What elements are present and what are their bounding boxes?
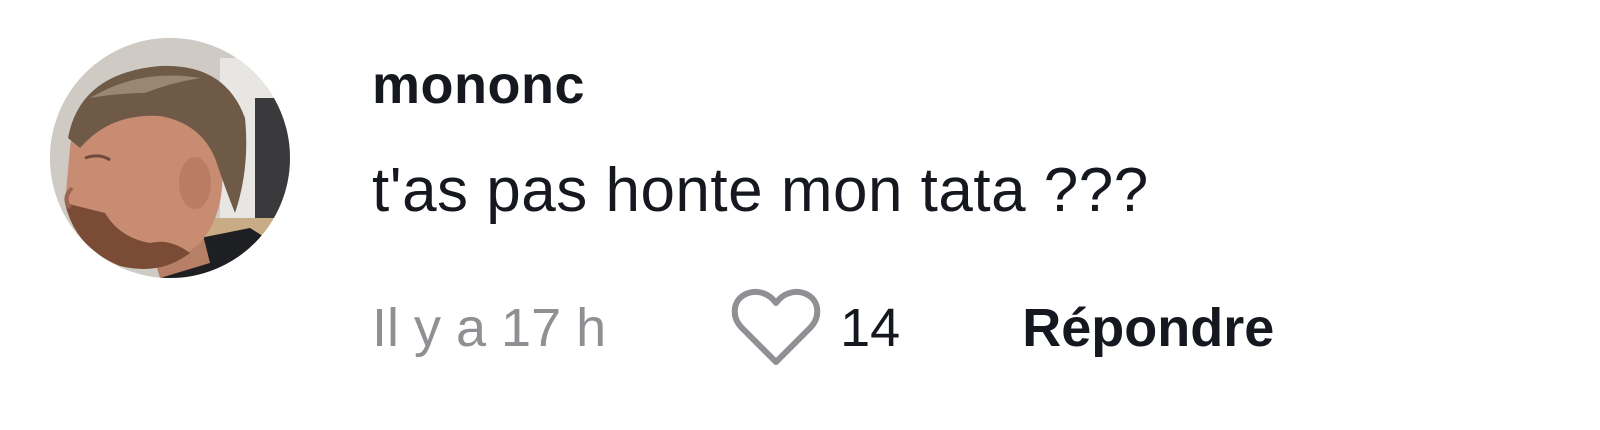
comment-text: t'as pas honte mon tata ??? xyxy=(372,156,1149,225)
heart-outline-icon[interactable] xyxy=(730,288,822,368)
comment-username[interactable]: mononc xyxy=(372,58,585,112)
avatar-photo xyxy=(50,38,290,278)
like-button[interactable]: 14 xyxy=(730,288,900,368)
comment-timestamp: Il y a 17 h xyxy=(372,298,607,358)
comment-actions: Il y a 17 h 14 Répondre xyxy=(372,288,1274,368)
like-count: 14 xyxy=(840,298,901,358)
avatar[interactable] xyxy=(50,38,290,278)
comment-item: mononc t'as pas honte mon tata ??? Il y … xyxy=(0,0,1600,430)
reply-button[interactable]: Répondre xyxy=(1022,301,1274,355)
